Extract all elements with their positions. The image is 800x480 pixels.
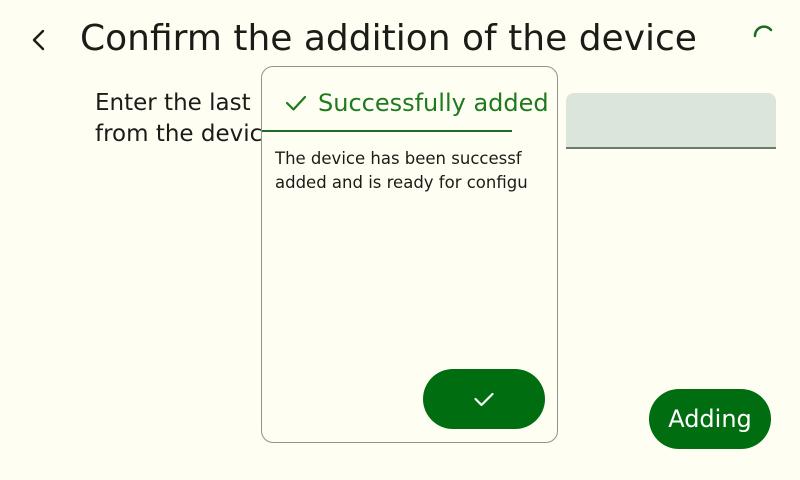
dialog-title: Successfully added [318,89,549,117]
dialog-message: The device has been successf added and i… [275,147,543,195]
code-input[interactable] [566,93,776,149]
chevron-left-icon [32,29,45,51]
dialog-confirm-button[interactable] [423,369,545,429]
success-dialog: Successfully added The device has been s… [261,66,558,443]
check-icon [285,95,307,111]
page-title: Confirm the addition of the device [80,18,697,59]
dialog-message-line-2: added and is ready for configu [275,173,528,192]
dialog-message-line-1: The device has been successf [275,149,522,168]
check-icon [474,392,494,407]
dialog-header: Successfully added [262,67,549,132]
loading-spinner-icon [750,22,778,50]
prompt-line-1: Enter the last [95,90,251,116]
code-prompt: Enter the last from the devic [95,88,265,150]
prompt-line-2: from the devic [95,121,263,147]
adding-button[interactable]: Adding [649,389,771,449]
back-button[interactable] [26,26,52,54]
